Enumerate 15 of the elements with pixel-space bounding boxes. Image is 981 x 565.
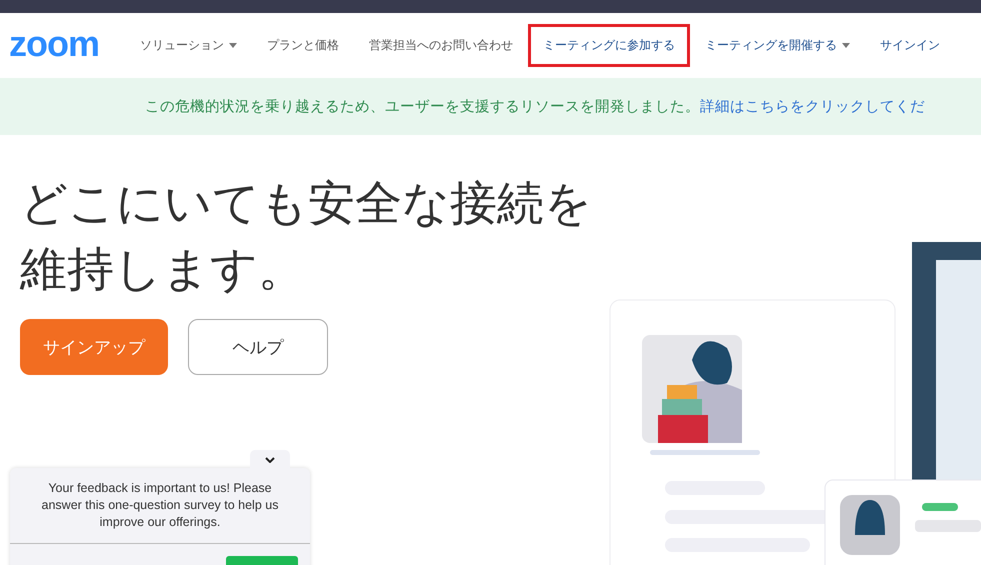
chevron-down-icon: [265, 457, 275, 463]
nav-link[interactable]: プランと価格: [252, 24, 354, 67]
banner-link[interactable]: 詳細はこちらをクリックしてくだ: [700, 97, 925, 116]
feedback-text: Your feedback is important to us! Please answer this one-question survey to help us improve our offerings.: [40, 480, 280, 531]
nav-link[interactable]: 営業担当へのお問い合わせ: [354, 24, 528, 67]
collapse-button[interactable]: [250, 450, 290, 470]
caret-icon: [842, 43, 850, 48]
caret-icon: [229, 43, 237, 48]
nav-link[interactable]: ミーティングを開催する: [690, 24, 865, 67]
nav-link[interactable]: ミーティングに参加する: [528, 24, 690, 67]
banner-text: この危機的状況を乗り越えるため、ユーザーを支援するリソースを開発しました。: [145, 98, 700, 116]
nav-link[interactable]: サインイン: [865, 24, 955, 67]
help-button[interactable]: ヘルプ: [188, 319, 328, 375]
hero-heading: どこにいても安全な接続を 維持します。: [20, 175, 592, 299]
nav-link[interactable]: ソリューション: [125, 24, 252, 67]
